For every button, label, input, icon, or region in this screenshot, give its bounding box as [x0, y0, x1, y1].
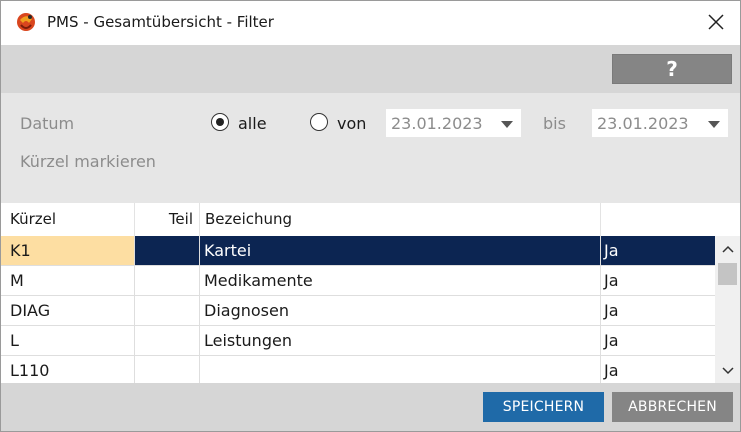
chevron-up-icon [721, 245, 734, 253]
window-title: PMS - Gesamtübersicht - Filter [47, 13, 274, 31]
cell-value: Ja [604, 301, 619, 320]
kuerzel-table: Kürzel Teil Bezeichung K1 Kartei Ja M Me… [1, 203, 740, 383]
cell-value: Ja [604, 361, 619, 380]
scroll-up-button[interactable] [715, 240, 740, 258]
radio-von[interactable] [310, 113, 328, 131]
table-row[interactable]: L Leistungen Ja [1, 326, 715, 356]
radio-alle[interactable] [211, 113, 229, 131]
radio-alle-label[interactable]: alle [238, 114, 267, 133]
cell-teil [135, 296, 200, 325]
cell-teil [135, 326, 200, 355]
cancel-button[interactable]: ABBRECHEN [612, 392, 733, 422]
cell-bezeichnung [200, 356, 601, 383]
column-header-value[interactable] [601, 203, 715, 236]
cell-bezeichnung: Leistungen [200, 326, 601, 355]
table-body: K1 Kartei Ja M Medikamente Ja DIAG Diagn… [1, 236, 715, 383]
table-header: Kürzel Teil Bezeichung [1, 203, 740, 236]
radio-von-label[interactable]: von [337, 114, 366, 133]
bis-label: bis [543, 114, 566, 133]
toolbar: ? [1, 45, 740, 93]
column-header-bezeichnung[interactable]: Bezeichung [200, 203, 601, 236]
chevron-down-icon [721, 367, 734, 375]
cell-bezeichnung: Kartei [200, 236, 601, 265]
filter-dialog: PMS - Gesamtübersicht - Filter ? Datum K… [0, 0, 741, 432]
table-row[interactable]: DIAG Diagnosen Ja [1, 296, 715, 326]
table-row[interactable]: K1 Kartei Ja [1, 236, 715, 266]
help-button[interactable]: ? [612, 54, 732, 84]
table-row[interactable]: L110 Ja [1, 356, 715, 383]
chevron-down-icon[interactable] [501, 121, 513, 128]
scroll-thumb[interactable] [718, 263, 737, 285]
column-header-kuerzel[interactable]: Kürzel [1, 203, 135, 236]
datum-label: Datum [20, 114, 75, 133]
table-row[interactable]: M Medikamente Ja [1, 266, 715, 296]
cell-kuerzel: DIAG [1, 296, 135, 325]
cell-teil [135, 356, 200, 383]
cell-bezeichnung: Diagnosen [200, 296, 601, 325]
cell-teil [135, 236, 200, 265]
cell-value: Ja [604, 331, 619, 350]
column-header-teil[interactable]: Teil [135, 203, 200, 236]
scroll-down-button[interactable] [715, 362, 740, 380]
cell-bezeichnung: Medikamente [200, 266, 601, 295]
cell-teil [135, 266, 200, 295]
chevron-down-icon[interactable] [708, 121, 720, 128]
vertical-scrollbar[interactable] [715, 236, 740, 383]
cell-kuerzel: K1 [1, 236, 135, 265]
cell-kuerzel: L110 [1, 356, 135, 383]
cell-kuerzel: M [1, 266, 135, 295]
date-from-value: 23.01.2023 [391, 113, 483, 133]
close-icon[interactable] [706, 12, 726, 32]
kuerzel-markieren-label: Kürzel markieren [20, 152, 156, 171]
dialog-footer: SPEICHERN ABBRECHEN [1, 383, 740, 431]
date-from-dropdown[interactable]: 23.01.2023 [385, 108, 522, 138]
date-to-value: 23.01.2023 [597, 113, 689, 133]
cell-kuerzel: L [1, 326, 135, 355]
cell-value: Ja [601, 236, 715, 265]
save-button[interactable]: SPEICHERN [483, 392, 604, 422]
date-to-dropdown[interactable]: 23.01.2023 [591, 108, 729, 138]
app-logo-icon [17, 13, 35, 31]
cell-value: Ja [604, 271, 619, 290]
title-bar: PMS - Gesamtübersicht - Filter [1, 1, 740, 45]
